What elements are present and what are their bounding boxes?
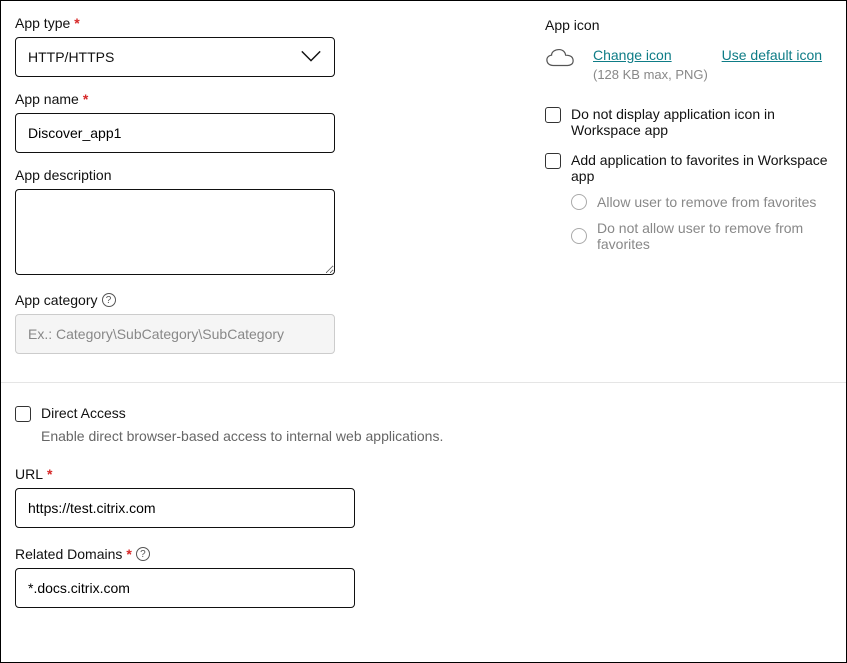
change-icon-link[interactable]: Change icon — [593, 47, 672, 63]
allow-remove-label: Allow user to remove from favorites — [597, 194, 816, 210]
direct-access-label: Direct Access — [41, 405, 126, 421]
app-category-label: App category ? — [15, 292, 335, 308]
related-domains-label-text: Related Domains — [15, 546, 122, 562]
related-domains-input[interactable] — [15, 568, 355, 608]
help-icon[interactable]: ? — [136, 547, 150, 561]
cloud-icon — [545, 47, 575, 72]
section-divider — [1, 382, 846, 383]
app-name-label: App name * — [15, 91, 335, 107]
app-type-label-text: App type — [15, 15, 70, 31]
app-category-label-text: App category — [15, 292, 98, 308]
required-asterisk: * — [47, 466, 52, 482]
help-icon[interactable]: ? — [102, 293, 116, 307]
app-name-input[interactable] — [15, 113, 335, 153]
app-type-select[interactable]: HTTP/HTTPS — [15, 37, 335, 77]
direct-access-checkbox[interactable] — [15, 406, 31, 422]
url-label-text: URL — [15, 466, 43, 482]
url-input[interactable] — [15, 488, 355, 528]
required-asterisk: * — [74, 15, 79, 31]
required-asterisk: * — [126, 546, 131, 562]
add-favorites-checkbox[interactable] — [545, 153, 561, 169]
app-type-label: App type * — [15, 15, 335, 31]
add-favorites-label: Add application to favorites in Workspac… — [571, 152, 832, 184]
hide-icon-label: Do not display application icon in Works… — [571, 106, 832, 138]
direct-access-description: Enable direct browser-based access to in… — [41, 428, 832, 444]
app-description-label-text: App description — [15, 167, 112, 183]
disallow-remove-label: Do not allow user to remove from favorit… — [597, 220, 832, 252]
app-name-label-text: App name — [15, 91, 79, 107]
use-default-icon-link[interactable]: Use default icon — [722, 47, 822, 63]
app-category-input[interactable] — [15, 314, 335, 354]
icon-hint: (128 KB max, PNG) — [593, 67, 822, 82]
app-type-value: HTTP/HTTPS — [28, 49, 114, 65]
app-icon-label: App icon — [545, 17, 832, 33]
app-description-textarea[interactable] — [15, 189, 335, 275]
related-domains-label: Related Domains * ? — [15, 546, 832, 562]
hide-icon-checkbox[interactable] — [545, 107, 561, 123]
disallow-remove-radio[interactable] — [571, 228, 587, 244]
allow-remove-radio[interactable] — [571, 194, 587, 210]
url-label: URL * — [15, 466, 832, 482]
required-asterisk: * — [83, 91, 88, 107]
chevron-down-icon — [300, 49, 322, 66]
app-description-label: App description — [15, 167, 335, 183]
